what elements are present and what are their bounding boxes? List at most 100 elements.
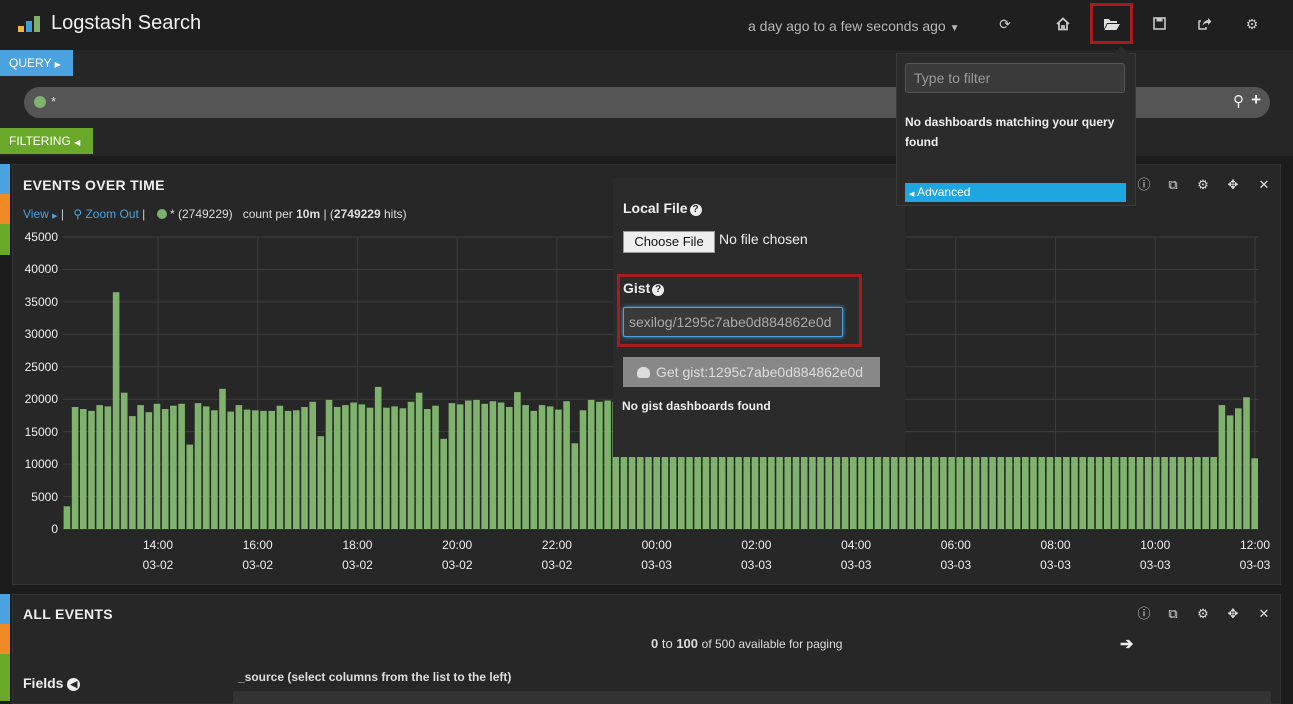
- histogram-bar[interactable]: [415, 392, 423, 529]
- histogram-bar[interactable]: [407, 401, 415, 529]
- histogram-bar[interactable]: [473, 399, 480, 529]
- histogram-bar[interactable]: [342, 405, 349, 529]
- histogram-bar[interactable]: [96, 405, 103, 529]
- histogram-bar[interactable]: [1169, 457, 1177, 529]
- histogram-bar[interactable]: [317, 436, 325, 529]
- histogram-bar[interactable]: [546, 406, 554, 529]
- histogram-bar[interactable]: [964, 457, 972, 529]
- histogram-bar[interactable]: [120, 392, 128, 529]
- histogram-bar[interactable]: [956, 457, 964, 529]
- histogram-bar[interactable]: [112, 292, 120, 529]
- histogram-bar[interactable]: [850, 457, 857, 529]
- histogram-bar[interactable]: [399, 408, 407, 529]
- histogram-bar[interactable]: [219, 388, 226, 529]
- histogram-bar[interactable]: [202, 406, 210, 529]
- histogram-bar[interactable]: [260, 410, 267, 529]
- histogram-bar[interactable]: [506, 407, 513, 529]
- histogram-bar[interactable]: [1063, 457, 1070, 529]
- histogram-bar[interactable]: [374, 386, 382, 529]
- histogram-bar[interactable]: [1153, 457, 1160, 529]
- move-icon[interactable]: ✥: [1225, 606, 1241, 622]
- histogram-bar[interactable]: [825, 457, 832, 529]
- histogram-bar[interactable]: [268, 410, 275, 529]
- histogram-bar[interactable]: [989, 457, 996, 529]
- histogram-bar[interactable]: [1030, 457, 1037, 529]
- histogram-bar[interactable]: [530, 410, 538, 529]
- histogram-bar[interactable]: [1071, 457, 1078, 529]
- next-page-icon[interactable]: ➔: [1120, 634, 1133, 654]
- histogram-bar[interactable]: [153, 403, 161, 529]
- histogram-bar[interactable]: [276, 405, 284, 529]
- histogram-bar[interactable]: [194, 403, 202, 529]
- gist-url-input[interactable]: [623, 307, 843, 337]
- histogram-bar[interactable]: [1104, 457, 1111, 529]
- histogram-bar[interactable]: [587, 399, 595, 529]
- histogram-bar[interactable]: [841, 457, 849, 529]
- get-gist-button[interactable]: Get gist:1295c7abe0d884862e0d: [623, 357, 880, 387]
- histogram-bar[interactable]: [80, 409, 87, 529]
- close-icon[interactable]: ✕: [1256, 606, 1272, 622]
- histogram-bar[interactable]: [424, 409, 431, 529]
- histogram-bar[interactable]: [456, 404, 464, 529]
- histogram-bar[interactable]: [571, 443, 579, 529]
- histogram-bar[interactable]: [350, 402, 357, 530]
- histogram-bar[interactable]: [579, 410, 587, 529]
- histogram-bar[interactable]: [178, 403, 185, 529]
- histogram-bar[interactable]: [63, 506, 71, 529]
- histogram-bar[interactable]: [481, 403, 488, 529]
- fields-header[interactable]: Fields ◀: [23, 675, 81, 691]
- histogram-bar[interactable]: [1202, 457, 1209, 529]
- histogram-bar[interactable]: [1218, 405, 1226, 529]
- histogram-bar[interactable]: [899, 457, 906, 529]
- histogram-bar[interactable]: [1251, 458, 1258, 529]
- histogram-bar[interactable]: [71, 407, 79, 529]
- histogram-bar[interactable]: [915, 457, 923, 529]
- histogram-bar[interactable]: [1112, 457, 1119, 529]
- histogram-bar[interactable]: [882, 457, 890, 529]
- histogram-bar[interactable]: [1177, 457, 1185, 529]
- histogram-bar[interactable]: [1079, 457, 1086, 529]
- histogram-bar[interactable]: [997, 457, 1005, 529]
- histogram-bar[interactable]: [489, 401, 497, 529]
- histogram-bar[interactable]: [604, 400, 611, 530]
- histogram-bar[interactable]: [137, 405, 144, 529]
- histogram-bar[interactable]: [1226, 415, 1234, 529]
- histogram-bar[interactable]: [891, 457, 898, 529]
- histogram-bar[interactable]: [858, 457, 865, 529]
- histogram-bar[interactable]: [1120, 457, 1127, 529]
- histogram-bar[interactable]: [391, 406, 398, 529]
- histogram-bar[interactable]: [129, 416, 136, 529]
- histogram-bar[interactable]: [522, 405, 529, 529]
- advanced-toggle[interactable]: ◀ Advanced: [905, 183, 1126, 202]
- histogram-bar[interactable]: [366, 407, 374, 529]
- histogram-bar[interactable]: [161, 409, 169, 529]
- histogram-bar[interactable]: [333, 407, 341, 529]
- histogram-bar[interactable]: [1194, 457, 1201, 529]
- histogram-bar[interactable]: [1235, 408, 1242, 529]
- histogram-bar[interactable]: [1210, 457, 1217, 529]
- histogram-bar[interactable]: [309, 401, 316, 529]
- histogram-bar[interactable]: [104, 406, 112, 529]
- histogram-bar[interactable]: [931, 457, 939, 529]
- histogram-bar[interactable]: [440, 438, 447, 529]
- histogram-bar[interactable]: [1046, 457, 1054, 529]
- histogram-bar[interactable]: [1185, 457, 1193, 529]
- histogram-bar[interactable]: [448, 403, 456, 529]
- histogram-bar[interactable]: [186, 444, 194, 529]
- histogram-bar[interactable]: [1243, 397, 1250, 529]
- histogram-bar[interactable]: [514, 392, 521, 529]
- histogram-bar[interactable]: [301, 407, 308, 529]
- histogram-bar[interactable]: [833, 457, 841, 529]
- histogram-bar[interactable]: [383, 407, 390, 529]
- histogram-bar[interactable]: [874, 457, 882, 529]
- histogram-bar[interactable]: [1038, 457, 1045, 529]
- histogram-bar[interactable]: [1022, 457, 1029, 529]
- info-icon[interactable]: ⓘ: [1136, 606, 1152, 622]
- histogram-bar[interactable]: [1005, 457, 1013, 529]
- panel-settings-icon[interactable]: ⚙: [1195, 606, 1211, 622]
- histogram-bar[interactable]: [497, 402, 505, 530]
- histogram-bar[interactable]: [1095, 457, 1103, 529]
- histogram-bar[interactable]: [1161, 457, 1168, 529]
- histogram-bar[interactable]: [1144, 457, 1152, 529]
- histogram-bar[interactable]: [211, 410, 218, 529]
